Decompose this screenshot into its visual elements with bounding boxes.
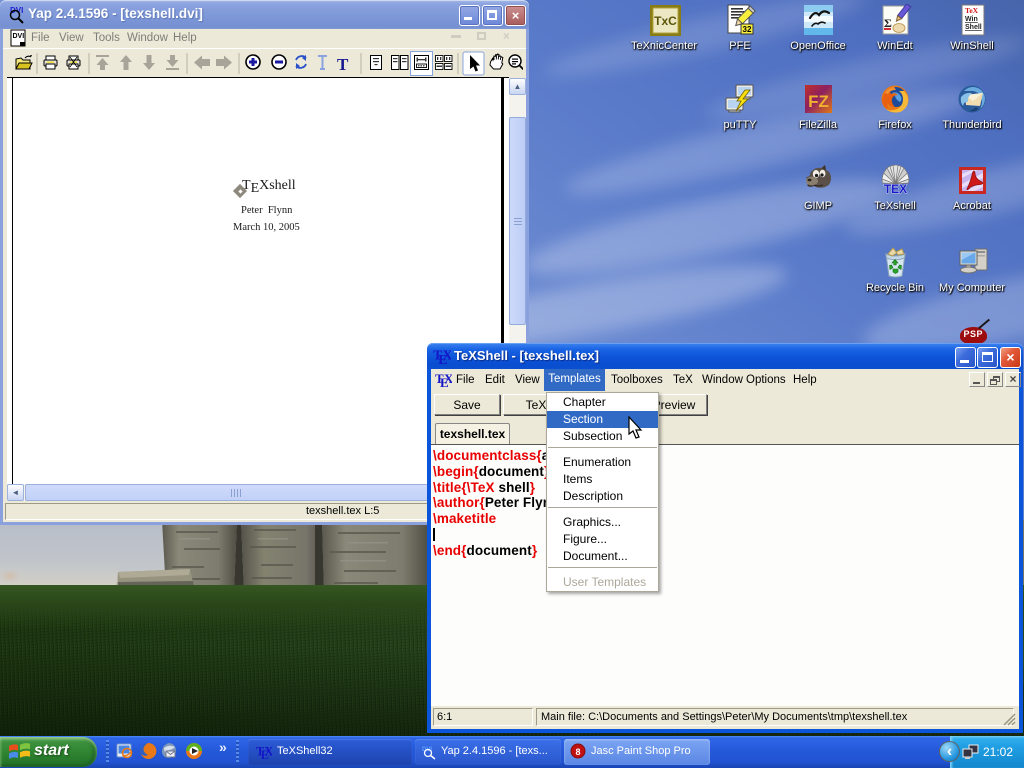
svg-text:FZ: FZ — [808, 92, 829, 111]
svg-text:X: X — [443, 348, 451, 363]
svg-text:Shell: Shell — [965, 24, 982, 31]
svg-text:8: 8 — [575, 747, 580, 757]
svg-text:T: T — [337, 55, 349, 74]
svg-text:TxC: TxC — [654, 14, 677, 28]
svg-text:TeX: TeX — [965, 6, 979, 15]
svg-text:X: X — [264, 744, 272, 758]
svg-text:32: 32 — [742, 25, 751, 34]
svg-text:DVI: DVI — [13, 33, 25, 40]
svg-text:TEX: TEX — [883, 182, 906, 196]
svg-text:Win: Win — [965, 16, 978, 23]
svg-text:Σ: Σ — [884, 16, 892, 30]
svg-text:X: X — [444, 371, 452, 386]
